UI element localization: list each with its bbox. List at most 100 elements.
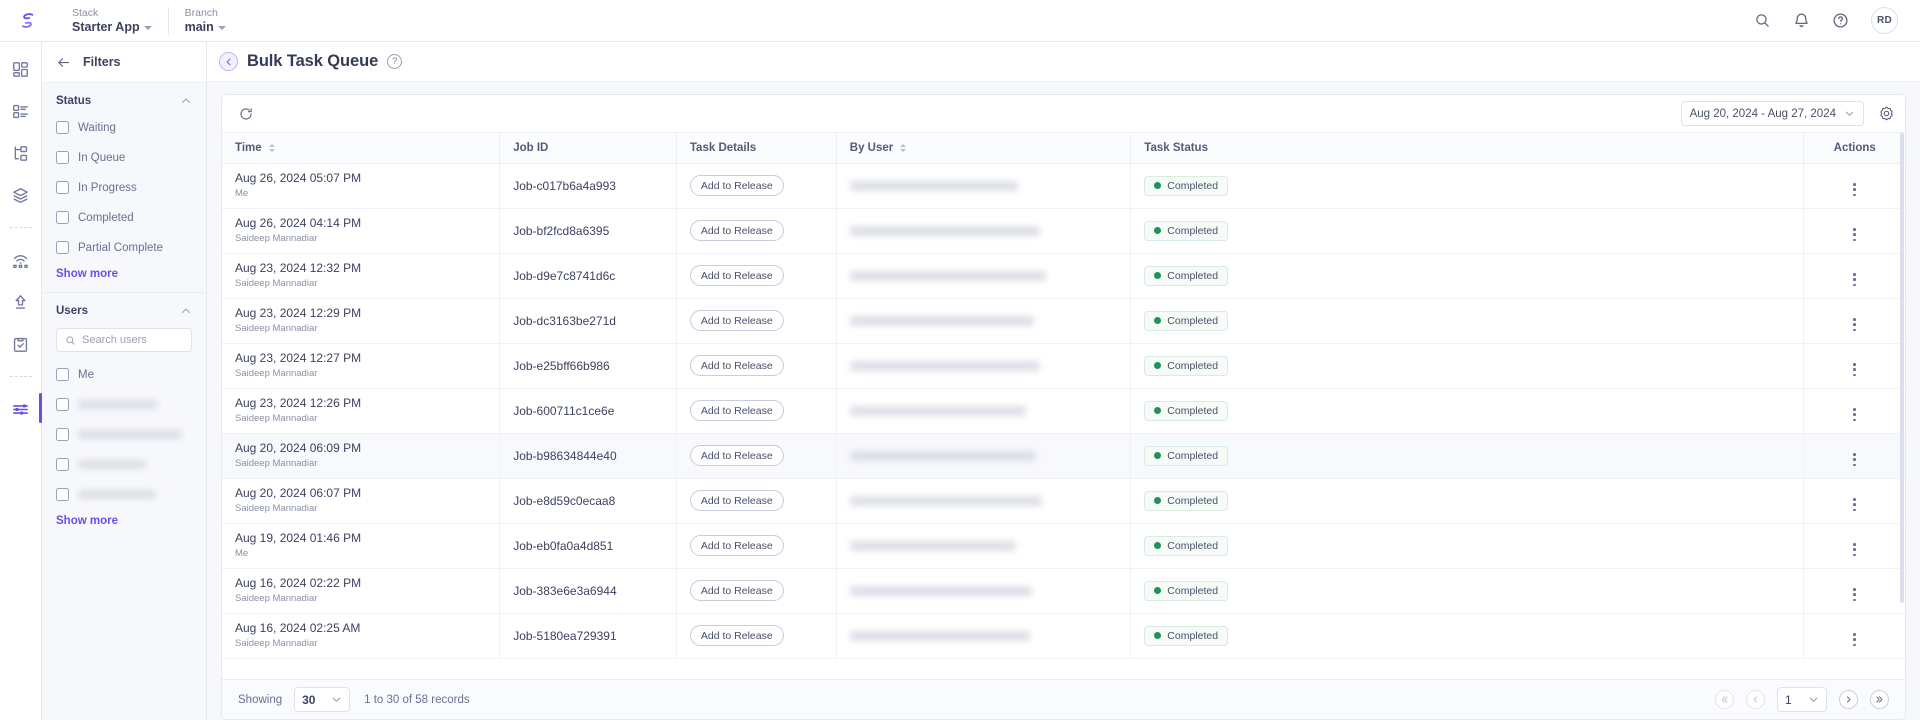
filter-option-user[interactable] [56,425,192,444]
scrollbar-thumb[interactable] [1900,133,1904,603]
page-back-button[interactable] [219,52,238,71]
brand-swirl-icon[interactable] [14,8,40,34]
table-row[interactable]: Aug 23, 2024 12:29 PM Saideep Mannadiar Jo… [222,298,1905,344]
question-circle-icon[interactable] [1832,12,1849,29]
table-row[interactable]: Aug 26, 2024 05:07 PM Me Job-c017b6a4a993 A… [222,163,1905,209]
deploy-antenna-icon[interactable] [8,247,34,273]
kebab-menu-icon[interactable] [1853,273,1857,287]
filter-option-in-progress[interactable]: In Progress [56,178,192,197]
filter-option-waiting[interactable]: Waiting [56,118,192,137]
status-show-more-link[interactable]: Show more [56,268,192,280]
user-search-box[interactable] [56,328,192,352]
filter-option-user[interactable] [56,455,192,474]
checkbox[interactable] [56,458,69,471]
dashboard-grid-icon[interactable] [8,56,34,82]
kebab-menu-icon[interactable] [1853,588,1857,602]
add-to-release-button[interactable]: Add to Release [689,535,784,556]
users-show-more-link[interactable]: Show more [56,515,192,527]
add-to-release-button[interactable]: Add to Release [689,445,784,466]
add-to-release-button[interactable]: Add to Release [689,490,784,511]
table-scroll-region[interactable]: Time Job ID Task Details By User Task St… [222,133,1905,679]
kebab-menu-icon[interactable] [1853,498,1857,512]
checkbox[interactable] [56,488,69,501]
branch-switcher[interactable]: Branch main [167,6,242,35]
table-row[interactable]: Aug 20, 2024 06:09 PM Saideep Mannadiar Jo… [222,433,1905,479]
kebab-menu-icon[interactable] [1853,633,1857,647]
table-row[interactable]: Aug 16, 2024 02:25 AM Saideep Mannadiar Jo… [222,613,1905,659]
avatar[interactable]: RD [1871,7,1898,34]
table-row[interactable]: Aug 16, 2024 02:22 PM Saideep Mannadiar Jo… [222,568,1905,614]
checkbox[interactable] [56,211,69,224]
add-to-release-button[interactable]: Add to Release [689,310,784,331]
filter-option-partial-complete[interactable]: Partial Complete [56,238,192,257]
kebab-menu-icon[interactable] [1853,408,1857,422]
current-page-value: 1 [1785,692,1792,707]
status-dot-icon [1154,317,1162,324]
gear-icon[interactable] [1878,105,1895,122]
page-size-select[interactable]: 30 [294,687,351,712]
checkbox[interactable] [56,121,69,134]
filter-section-users-header[interactable]: Users [56,305,192,317]
clipboard-check-icon[interactable] [8,331,34,357]
layers-icon[interactable] [8,182,34,208]
kebab-menu-icon[interactable] [1853,318,1857,332]
last-page-button[interactable] [1870,690,1889,709]
filter-option-completed[interactable]: Completed [56,208,192,227]
kebab-menu-icon[interactable] [1853,228,1857,242]
column-header-time[interactable]: Time [222,133,501,164]
date-range-picker[interactable]: Aug 20, 2024 - Aug 27, 2024 [1680,101,1864,126]
kebab-menu-icon[interactable] [1853,453,1857,467]
add-to-release-button[interactable]: Add to Release [689,580,784,601]
table-row[interactable]: Aug 23, 2024 12:27 PM Saideep Mannadiar Jo… [222,343,1905,389]
bell-icon[interactable] [1793,12,1810,29]
search-input[interactable] [82,334,183,346]
filter-option-me[interactable]: Me [56,365,192,384]
chevron-up-icon[interactable] [180,95,192,107]
table-row[interactable]: Aug 23, 2024 12:32 PM Saideep Mannadiar Jo… [222,253,1905,299]
column-header-by-user[interactable]: By User [836,133,1132,164]
filter-option-user[interactable] [56,485,192,504]
first-page-button[interactable] [1715,690,1734,709]
prev-page-button[interactable] [1746,690,1765,709]
checkbox[interactable] [56,151,69,164]
checkbox[interactable] [56,398,69,411]
table-row[interactable]: Aug 23, 2024 12:26 PM Saideep Mannadiar Jo… [222,388,1905,434]
arrow-left-icon[interactable] [56,55,71,70]
column-header-job-id[interactable]: Job ID [499,133,677,164]
table-row[interactable]: Aug 26, 2024 04:14 PM Saideep Mannadiar Jo… [222,208,1905,254]
checkbox[interactable] [56,181,69,194]
chevron-up-icon[interactable] [180,305,192,317]
kebab-menu-icon[interactable] [1853,363,1857,377]
checkbox[interactable] [56,241,69,254]
column-header-task-details[interactable]: Task Details [676,133,837,164]
sort-toggle-icon[interactable] [900,144,907,152]
list-view-icon[interactable] [8,98,34,124]
table-row[interactable]: Aug 19, 2024 01:46 PM Me Job-eb0fa0a4d851 A… [222,523,1905,569]
hierarchy-icon[interactable] [8,140,34,166]
filter-option-in-queue[interactable]: In Queue [56,148,192,167]
upload-arrow-icon[interactable] [8,289,34,315]
add-to-release-button[interactable]: Add to Release [689,220,784,241]
filter-option-user[interactable] [56,395,192,414]
add-to-release-button[interactable]: Add to Release [689,265,784,286]
refresh-icon[interactable] [238,106,254,122]
stack-switcher[interactable]: Stack Starter App [56,7,168,35]
checkbox[interactable] [56,368,69,381]
search-icon[interactable] [1754,12,1771,29]
table-row[interactable]: Aug 20, 2024 06:07 PM Saideep Mannadiar Jo… [222,478,1905,524]
next-page-button[interactable] [1839,690,1858,709]
filter-section-status-header[interactable]: Status [56,95,192,107]
question-circle-icon[interactable]: ? [387,54,403,69]
column-header-task-status[interactable]: Task Status [1130,133,1805,164]
sliders-filter-icon[interactable] [8,393,42,423]
kebab-menu-icon[interactable] [1853,183,1857,197]
table-scrollbar[interactable] [1899,133,1905,679]
sort-toggle-icon[interactable] [268,144,275,152]
add-to-release-button[interactable]: Add to Release [689,625,784,646]
page-number-select[interactable]: 1 [1777,687,1827,712]
add-to-release-button[interactable]: Add to Release [689,400,784,421]
kebab-menu-icon[interactable] [1853,543,1857,557]
add-to-release-button[interactable]: Add to Release [689,175,784,196]
checkbox[interactable] [56,428,69,441]
add-to-release-button[interactable]: Add to Release [689,355,784,376]
